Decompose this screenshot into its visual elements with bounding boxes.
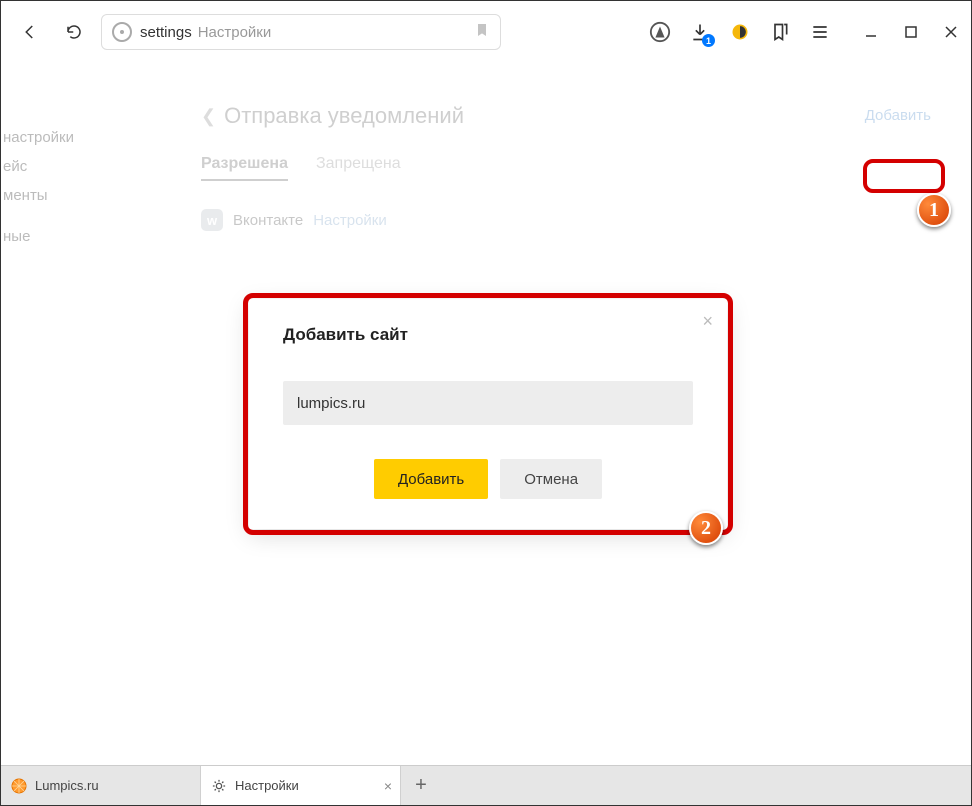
address-text: settingsНастройки [140, 24, 271, 41]
address-bar[interactable]: settingsНастройки [101, 14, 501, 50]
modal-title: Добавить сайт [283, 325, 693, 345]
site-settings-link[interactable]: Настройки [313, 212, 387, 229]
tab-close-button[interactable]: × [384, 778, 392, 794]
sidebar-item[interactable]: ные [1, 222, 71, 251]
site-row: w Вконтакте Настройки [201, 209, 931, 231]
new-tab-button[interactable]: + [401, 766, 441, 805]
tab-allowed[interactable]: Разрешена [201, 155, 288, 181]
modal-close-button[interactable]: × [702, 311, 713, 332]
sidebar-item[interactable]: настройки [1, 123, 71, 152]
modal-submit-button[interactable]: Добавить [374, 459, 488, 499]
tab-denied[interactable]: Запрещена [316, 155, 401, 181]
browser-toolbar: settingsНастройки 1 [1, 1, 971, 63]
annotation-badge-2: 2 [689, 511, 723, 545]
window-close-button[interactable] [943, 24, 959, 40]
page-title[interactable]: ❮ Отправка уведомлений [201, 103, 931, 129]
chevron-left-icon: ❮ [201, 106, 216, 127]
browser-tab-settings[interactable]: Настройки × [201, 766, 401, 805]
menu-button[interactable] [809, 21, 831, 43]
tab-label: Настройки [235, 778, 299, 793]
site-url-input[interactable] [283, 381, 693, 425]
window-maximize-button[interactable] [903, 24, 919, 40]
window-minimize-button[interactable] [863, 24, 879, 40]
annotation-badge-1: 1 [917, 193, 951, 227]
page-title-text: Отправка уведомлений [224, 103, 464, 129]
favicon-lumpics [11, 778, 27, 794]
toolbar-right: 1 [649, 21, 959, 43]
settings-main: ❮ Отправка уведомлений Добавить Разрешен… [201, 103, 931, 231]
gear-icon [211, 778, 227, 794]
sidebar-item[interactable]: ейс [1, 152, 71, 181]
site-identity-icon [112, 22, 132, 42]
bookmarks-button[interactable] [769, 21, 791, 43]
settings-sidebar: настройки ейс менты ные [1, 123, 71, 251]
sidebar-item[interactable]: менты [1, 181, 71, 210]
add-site-link[interactable]: Добавить [865, 107, 931, 124]
browser-tabstrip: Lumpics.ru Настройки × + [1, 765, 971, 805]
reload-button[interactable] [57, 15, 91, 49]
browser-tab-lumpics[interactable]: Lumpics.ru [1, 766, 201, 805]
site-name: Вконтакте [233, 212, 303, 229]
bookmark-icon[interactable] [474, 22, 490, 43]
modal-cancel-button[interactable]: Отмена [500, 459, 602, 499]
back-button[interactable] [13, 15, 47, 49]
arrow-left-icon [21, 23, 39, 41]
reload-icon [65, 23, 83, 41]
downloads-badge: 1 [702, 34, 715, 47]
tab-label: Lumpics.ru [35, 778, 99, 793]
sidebar-item[interactable] [1, 210, 71, 222]
vk-icon: w [201, 209, 223, 231]
add-site-modal: × Добавить сайт Добавить Отмена [249, 299, 727, 529]
extension-icon[interactable] [729, 21, 751, 43]
permission-tabs: Разрешена Запрещена [201, 155, 931, 181]
alice-icon[interactable] [649, 21, 671, 43]
downloads-button[interactable]: 1 [689, 21, 711, 43]
annotation-highlight-1 [863, 159, 945, 193]
